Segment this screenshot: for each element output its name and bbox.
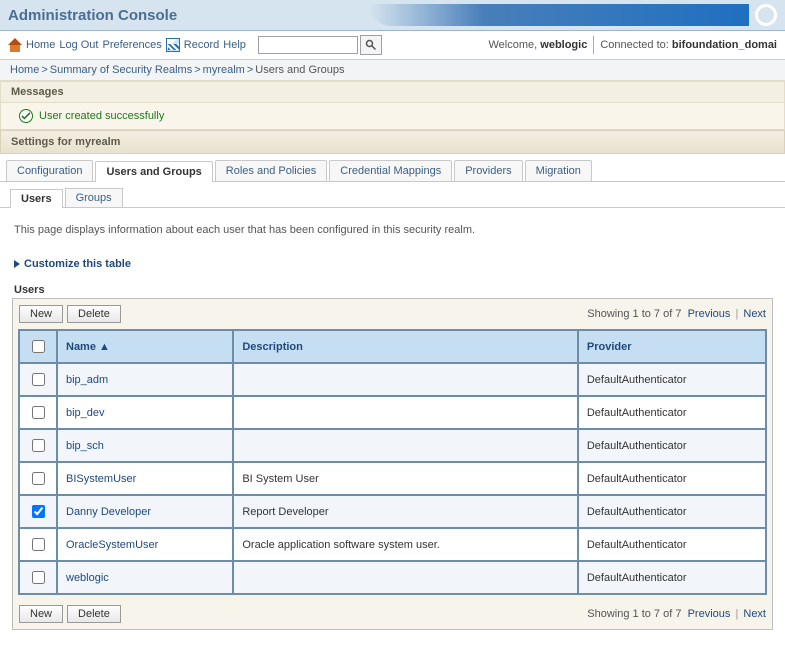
user-description	[233, 561, 578, 594]
customize-table-link[interactable]: Customize this table	[0, 252, 785, 276]
search-input[interactable]	[258, 36, 358, 54]
title-bar: Administration Console	[0, 0, 785, 31]
next-link-bottom[interactable]: Next	[743, 608, 766, 620]
divider	[593, 36, 594, 54]
user-link[interactable]: OracleSystemUser	[66, 539, 158, 551]
select-all-header[interactable]	[19, 330, 57, 363]
select-all-checkbox[interactable]	[32, 340, 45, 353]
home-icon	[8, 38, 22, 52]
breadcrumb-myrealm[interactable]: myrealm	[203, 64, 245, 76]
user-link[interactable]: bip_adm	[66, 374, 108, 386]
row-checkbox[interactable]	[32, 538, 45, 551]
table-row: bip_dev DefaultAuthenticator	[19, 396, 766, 429]
row-checkbox[interactable]	[32, 505, 45, 518]
user-link[interactable]: bip_dev	[66, 407, 105, 419]
user-link[interactable]: Danny Developer	[66, 506, 151, 518]
messages-header: Messages	[1, 82, 784, 103]
tab-users-and-groups[interactable]: Users and Groups	[95, 161, 212, 182]
user-provider: DefaultAuthenticator	[578, 528, 766, 561]
tab-roles-and-policies[interactable]: Roles and Policies	[215, 160, 328, 181]
table-row: weblogic DefaultAuthenticator	[19, 561, 766, 594]
tab-credential-mappings[interactable]: Credential Mappings	[329, 160, 452, 181]
page-description: This page displays information about eac…	[0, 208, 785, 252]
subtab-users[interactable]: Users	[10, 189, 63, 208]
col-description[interactable]: Description	[233, 330, 578, 363]
breadcrumb-current: Users and Groups	[255, 64, 344, 76]
user-link[interactable]: BISystemUser	[66, 473, 136, 485]
prev-link-bottom[interactable]: Previous	[688, 608, 731, 620]
user-provider: DefaultAuthenticator	[578, 363, 766, 396]
welcome-text: Welcome, weblogic	[489, 39, 588, 51]
delete-button-top[interactable]: Delete	[67, 305, 121, 323]
search-icon	[365, 39, 377, 51]
table-row: OracleSystemUser Oracle application softw…	[19, 528, 766, 561]
breadcrumb-srealms[interactable]: Summary of Security Realms	[50, 64, 192, 76]
logout-link[interactable]: Log Out	[59, 39, 98, 51]
record-icon	[166, 38, 180, 52]
table-title: Users	[0, 276, 785, 298]
users-table: Name▲ Description Provider bip_adm Defaul…	[18, 329, 767, 595]
delete-button-bottom[interactable]: Delete	[67, 605, 121, 623]
oracle-logo-icon	[755, 4, 777, 26]
tab-providers[interactable]: Providers	[454, 160, 522, 181]
user-description	[233, 396, 578, 429]
paging-top: Showing 1 to 7 of 7 Previous | Next	[587, 308, 766, 320]
table-row: Danny Developer Report DeveloperDefaultAu…	[19, 495, 766, 528]
new-button-top[interactable]: New	[19, 305, 63, 323]
user-provider: DefaultAuthenticator	[578, 429, 766, 462]
preferences-link[interactable]: Preferences	[102, 39, 161, 51]
row-checkbox[interactable]	[32, 406, 45, 419]
user-provider: DefaultAuthenticator	[578, 561, 766, 594]
search-button[interactable]	[360, 35, 382, 55]
toolbar: Home Log Out Preferences Record Help Wel…	[0, 31, 785, 60]
user-description: Oracle application software system user.	[233, 528, 578, 561]
row-checkbox[interactable]	[32, 571, 45, 584]
tab-configuration[interactable]: Configuration	[6, 160, 93, 181]
new-button-bottom[interactable]: New	[19, 605, 63, 623]
paging-bottom: Showing 1 to 7 of 7 Previous | Next	[587, 608, 766, 620]
row-checkbox[interactable]	[32, 439, 45, 452]
row-checkbox[interactable]	[32, 373, 45, 386]
col-name[interactable]: Name▲	[57, 330, 233, 363]
table-row: bip_sch DefaultAuthenticator	[19, 429, 766, 462]
user-link[interactable]: weblogic	[66, 572, 109, 584]
user-description	[233, 363, 578, 396]
success-icon	[19, 109, 33, 123]
help-link[interactable]: Help	[223, 39, 246, 51]
breadcrumb: Home>Summary of Security Realms>myrealm>…	[0, 60, 785, 81]
subtab-groups[interactable]: Groups	[65, 188, 123, 207]
next-link-top[interactable]: Next	[743, 308, 766, 320]
row-checkbox[interactable]	[32, 472, 45, 485]
col-provider[interactable]: Provider	[578, 330, 766, 363]
app-title: Administration Console	[8, 7, 177, 24]
table-row: BISystemUser BI System UserDefaultAuthent…	[19, 462, 766, 495]
tab-migration[interactable]: Migration	[525, 160, 592, 181]
record-link[interactable]: Record	[184, 39, 219, 51]
success-message: User created successfully	[39, 110, 164, 122]
prev-link-top[interactable]: Previous	[688, 308, 731, 320]
user-provider: DefaultAuthenticator	[578, 396, 766, 429]
table-row: bip_adm DefaultAuthenticator	[19, 363, 766, 396]
sub-tabs: UsersGroups	[0, 182, 785, 208]
home-link[interactable]: Home	[26, 39, 55, 51]
user-description	[233, 429, 578, 462]
user-provider: DefaultAuthenticator	[578, 462, 766, 495]
connection-text: Connected to: bifoundation_domai	[600, 39, 777, 51]
user-description: BI System User	[233, 462, 578, 495]
sort-asc-icon: ▲	[99, 341, 110, 353]
breadcrumb-home[interactable]: Home	[10, 64, 39, 76]
user-link[interactable]: bip_sch	[66, 440, 104, 452]
settings-header: Settings for myrealm	[0, 130, 785, 154]
main-tabs: ConfigurationUsers and GroupsRoles and P…	[0, 154, 785, 182]
user-description: Report Developer	[233, 495, 578, 528]
user-provider: DefaultAuthenticator	[578, 495, 766, 528]
messages-panel: Messages User created successfully	[0, 81, 785, 130]
expand-arrow-icon	[14, 260, 20, 268]
